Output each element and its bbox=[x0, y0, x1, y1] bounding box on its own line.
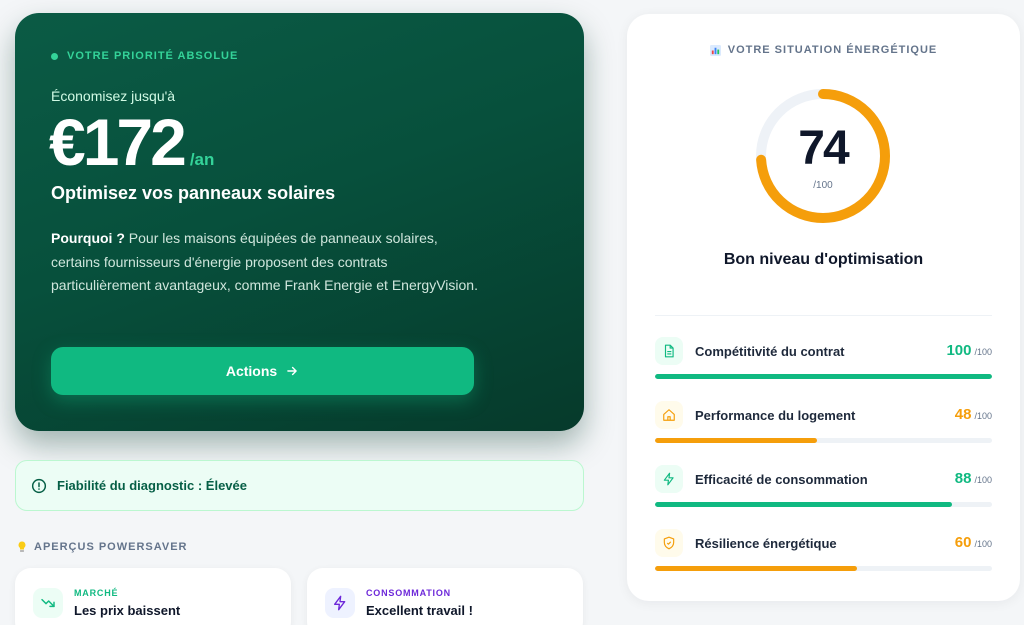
insight-card-consumption[interactable]: CONSOMMATION Excellent travail ! bbox=[307, 568, 583, 625]
arrow-right-icon bbox=[287, 366, 297, 376]
metric-value: 60 bbox=[954, 534, 972, 551]
insights-section-title: APERÇUS POWERSAVER bbox=[17, 541, 187, 553]
metric-consumption-efficiency: Efficacité de consommation 88 /100 bbox=[655, 465, 992, 515]
metric-icon-wrap bbox=[655, 529, 683, 557]
score-max: /100 bbox=[813, 180, 833, 191]
metric-track bbox=[655, 438, 992, 443]
metric-label: Efficacité de consommation bbox=[695, 472, 868, 487]
info-circle-icon bbox=[31, 478, 47, 493]
savings-label: Économisez jusqu'à bbox=[51, 88, 176, 104]
metric-energy-resilience: Résilience énergétique 60 /100 bbox=[655, 529, 992, 579]
insight-category: CONSOMMATION bbox=[366, 588, 451, 598]
metric-fill bbox=[655, 438, 817, 443]
document-icon bbox=[664, 344, 674, 358]
shield-icon bbox=[663, 536, 675, 550]
energy-situation-panel: VOTRE SITUATION ÉNERGÉTIQUE 74 /100 Bon … bbox=[627, 14, 1020, 601]
priority-eyebrow-label: VOTRE PRIORITÉ ABSOLUE bbox=[67, 50, 239, 62]
bar-chart-icon bbox=[709, 44, 721, 56]
divider bbox=[655, 315, 992, 316]
score-gauge: 74 /100 bbox=[754, 87, 892, 225]
metric-fill bbox=[655, 566, 858, 571]
metric-home-performance: Performance du logement 48 /100 bbox=[655, 401, 992, 451]
metric-fill bbox=[655, 502, 952, 507]
diagnostic-reliability-banner: Fiabilité du diagnostic : Élevée bbox=[15, 460, 584, 511]
metric-icon-wrap bbox=[655, 401, 683, 429]
status-dot-icon bbox=[51, 52, 58, 60]
metric-value: 48 bbox=[954, 406, 972, 423]
insights-title-label: APERÇUS POWERSAVER bbox=[34, 541, 188, 553]
metric-score: 100 /100 bbox=[946, 342, 992, 359]
metric-icon-wrap bbox=[655, 465, 683, 493]
metric-icon-wrap bbox=[655, 337, 683, 365]
metric-score: 88 /100 bbox=[955, 470, 992, 487]
why-label: Pourquoi ? bbox=[51, 230, 125, 246]
metric-track bbox=[655, 374, 992, 379]
savings-amount-row: €172 /an bbox=[49, 109, 214, 175]
metric-score: 48 /100 bbox=[955, 406, 992, 423]
insight-category: MARCHÉ bbox=[74, 588, 119, 598]
savings-period: /an bbox=[189, 150, 215, 169]
actions-button[interactable]: Actions bbox=[51, 347, 474, 395]
optimisation-level: Bon niveau d'optimisation bbox=[723, 251, 924, 268]
insight-card-market[interactable]: MARCHÉ Les prix baissent bbox=[15, 568, 291, 625]
metric-score: 60 /100 bbox=[955, 534, 992, 551]
insight-icon-wrap bbox=[325, 588, 355, 618]
reliability-label: Fiabilité du diagnostic : Élevée bbox=[57, 478, 247, 493]
metric-max: /100 bbox=[974, 347, 992, 357]
metric-label: Compétitivité du contrat bbox=[695, 344, 845, 359]
bolt-icon bbox=[334, 595, 346, 611]
trending-down-icon bbox=[41, 598, 55, 608]
metric-max: /100 bbox=[974, 539, 992, 549]
insight-icon-wrap bbox=[33, 588, 63, 618]
insight-title: Les prix baissent bbox=[74, 603, 181, 618]
metric-fill bbox=[655, 374, 992, 379]
metric-max: /100 bbox=[974, 411, 992, 421]
panel-title-label: VOTRE SITUATION ÉNERGÉTIQUE bbox=[727, 44, 938, 56]
priority-eyebrow: VOTRE PRIORITÉ ABSOLUE bbox=[51, 50, 238, 62]
metric-max: /100 bbox=[974, 475, 992, 485]
priority-headline: Optimisez vos panneaux solaires bbox=[51, 183, 336, 203]
metric-track bbox=[655, 566, 992, 571]
score-value: 74 bbox=[798, 122, 849, 175]
metric-track bbox=[655, 502, 992, 507]
insight-title: Excellent travail ! bbox=[366, 603, 473, 618]
metric-value: 88 bbox=[954, 470, 972, 487]
priority-explanation: Pourquoi ? Pour les maisons équipées de … bbox=[51, 227, 481, 298]
bolt-icon bbox=[663, 472, 674, 486]
savings-amount: €172 bbox=[49, 105, 187, 179]
metric-value: 100 bbox=[946, 342, 972, 359]
actions-button-label: Actions bbox=[225, 363, 278, 379]
priority-card: VOTRE PRIORITÉ ABSOLUE Économisez jusqu'… bbox=[15, 13, 584, 431]
home-icon bbox=[663, 409, 675, 421]
metric-label: Performance du logement bbox=[695, 408, 856, 423]
panel-title: VOTRE SITUATION ÉNERGÉTIQUE bbox=[627, 44, 1020, 56]
lightbulb-icon bbox=[18, 541, 26, 552]
metric-contract-competitiveness: Compétitivité du contrat 100 /100 bbox=[655, 337, 992, 387]
metric-label: Résilience énergétique bbox=[695, 536, 837, 551]
